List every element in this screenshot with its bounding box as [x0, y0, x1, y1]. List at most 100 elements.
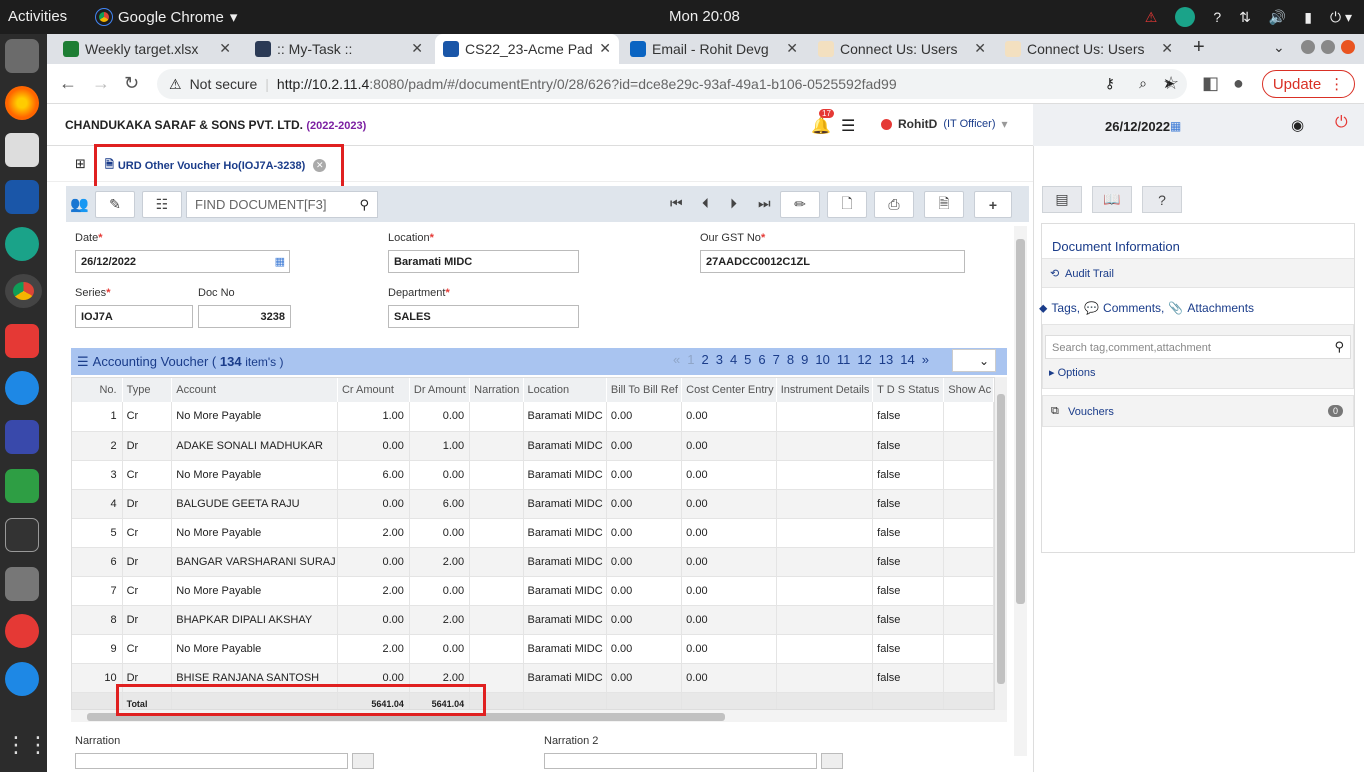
page-6[interactable]: 6: [758, 352, 765, 367]
vouchers-link[interactable]: Vouchers: [1068, 406, 1114, 418]
battery-icon[interactable]: ▮: [1304, 9, 1312, 26]
table-cell[interactable]: [943, 663, 994, 693]
audit-trail-link[interactable]: Audit Trail: [1065, 268, 1114, 280]
table-row[interactable]: 5 Cr No More Payable 2.00 0.00 Baramati MIDC 0…: [72, 518, 994, 548]
table-row[interactable]: 1 Cr No More Payable 1.00 0.00 Baramati MIDC 0…: [72, 402, 994, 432]
table-cell[interactable]: [776, 547, 874, 577]
copy-document-button[interactable]: 🗎: [924, 191, 964, 218]
tab-connect-us-2[interactable]: Connect Us: Users ✕: [997, 34, 1181, 64]
table-cell[interactable]: Cr: [122, 460, 173, 490]
page-9[interactable]: 9: [801, 352, 808, 367]
table-cell[interactable]: false: [872, 576, 945, 606]
table-cell[interactable]: false: [872, 402, 945, 432]
previous-record-icon[interactable]: ⏴: [702, 195, 709, 212]
table-cell[interactable]: 2.00: [409, 605, 471, 635]
table-cell[interactable]: [943, 431, 994, 461]
table-cell[interactable]: [469, 489, 524, 519]
close-icon[interactable]: ✕: [974, 40, 986, 57]
table-cell[interactable]: 2: [72, 431, 123, 461]
table-cell[interactable]: 0.00: [606, 431, 683, 461]
close-icon[interactable]: ✕: [411, 40, 423, 57]
table-cell[interactable]: false: [872, 489, 945, 519]
table-cell[interactable]: Baramati MIDC: [523, 402, 607, 432]
table-cell[interactable]: [943, 576, 994, 606]
table-cell[interactable]: 2.00: [337, 634, 410, 664]
bell-icon[interactable]: 🔔: [811, 116, 831, 136]
close-icon[interactable]: ✕: [1161, 40, 1173, 57]
table-cell[interactable]: 2.00: [337, 518, 410, 548]
tags-link[interactable]: Tags,: [1051, 301, 1080, 316]
page-12[interactable]: 12: [857, 352, 871, 367]
table-cell[interactable]: No More Payable: [171, 576, 338, 606]
system-tray[interactable]: ⚠ ? ⇅ 🔊 ▮ ⏻ ▾: [1145, 7, 1352, 27]
table-cell[interactable]: 1.00: [409, 431, 471, 461]
network-icon[interactable]: ⇅: [1239, 9, 1251, 26]
page-2[interactable]: 2: [701, 352, 708, 367]
table-cell[interactable]: Dr: [122, 547, 173, 577]
help-tab-button[interactable]: ?: [1142, 186, 1182, 213]
table-cell[interactable]: 0.00: [409, 634, 471, 664]
tab-connect-us-1[interactable]: Connect Us: Users ✕: [810, 34, 994, 64]
table-row[interactable]: 7 Cr No More Payable 2.00 0.00 Baramati MIDC 0…: [72, 576, 994, 606]
sync-icon[interactable]: [1175, 7, 1196, 27]
table-cell[interactable]: 0.00: [337, 431, 410, 461]
table-cell[interactable]: 0.00: [681, 460, 777, 490]
settings-tool-icon[interactable]: [5, 614, 39, 648]
chrome-dock-icon[interactable]: [5, 274, 42, 308]
table-cell[interactable]: [776, 489, 874, 519]
details-tab-button[interactable]: ▤: [1042, 186, 1082, 213]
find-document-input[interactable]: FIND DOCUMENT[F3] ⚲: [186, 191, 378, 218]
table-cell[interactable]: 3: [72, 460, 123, 490]
show-apps-icon[interactable]: ⋮⋮: [5, 732, 49, 766]
table-cell[interactable]: [469, 634, 524, 664]
table-cell[interactable]: Cr: [122, 576, 173, 606]
table-cell[interactable]: [776, 402, 874, 432]
update-button[interactable]: Update ⋮: [1262, 70, 1355, 98]
profile-icon[interactable]: ●: [1233, 73, 1244, 94]
table-cell[interactable]: 0.00: [681, 634, 777, 664]
table-cell[interactable]: false: [872, 518, 945, 548]
sync-app-icon[interactable]: [5, 227, 39, 261]
table-cell[interactable]: 0.00: [606, 605, 683, 635]
tab-email[interactable]: Email - Rohit Devg ✕: [622, 34, 806, 64]
table-cell[interactable]: false: [872, 460, 945, 490]
firefox-icon[interactable]: [5, 86, 39, 120]
table-cell[interactable]: 0.00: [681, 518, 777, 548]
vouchers-row[interactable]: ⧉ Vouchers 0: [1042, 395, 1354, 427]
page-10[interactable]: 10: [815, 352, 829, 367]
calendar-icon[interactable]: ▦: [275, 255, 285, 268]
table-cell[interactable]: [943, 634, 994, 664]
close-icon[interactable]: ✕: [219, 40, 231, 57]
table-cell[interactable]: 0.00: [681, 605, 777, 635]
table-cell[interactable]: No More Payable: [171, 402, 338, 432]
table-row[interactable]: 6 Dr BANGAR VARSHARANI SURAJ 0.00 2.00 Barama…: [72, 547, 994, 577]
table-cell[interactable]: [469, 547, 524, 577]
page-11[interactable]: 11: [837, 352, 851, 367]
table-cell[interactable]: 4: [72, 489, 123, 519]
address-bar[interactable]: ⚠ Not secure | http://10.2.11.4:8080/pad…: [157, 69, 1187, 99]
table-cell[interactable]: 9: [72, 634, 123, 664]
table-cell[interactable]: 0.00: [606, 402, 683, 432]
new-tab-icon[interactable]: +: [1193, 36, 1205, 59]
table-cell[interactable]: [943, 518, 994, 548]
list-view-button[interactable]: ☷: [142, 191, 182, 218]
table-cell[interactable]: Baramati MIDC: [523, 489, 607, 519]
table-row[interactable]: 9 Cr No More Payable 2.00 0.00 Baramati MIDC 0…: [72, 634, 994, 664]
table-cell[interactable]: 0.00: [681, 489, 777, 519]
table-cell[interactable]: Baramati MIDC: [523, 634, 607, 664]
table-cell[interactable]: 0.00: [606, 576, 683, 606]
table-cell[interactable]: 0.00: [337, 489, 410, 519]
libreoffice-writer-icon[interactable]: [5, 180, 39, 214]
table-cell[interactable]: 2.00: [337, 576, 410, 606]
page-5[interactable]: 5: [744, 352, 751, 367]
narration2-field[interactable]: [544, 753, 817, 769]
table-cell[interactable]: [943, 547, 994, 577]
narration-expand-button[interactable]: [352, 753, 374, 769]
table-cell[interactable]: ADAKE SONALI MADHUKAR: [171, 431, 338, 461]
table-cell[interactable]: 0.00: [409, 518, 471, 548]
page-1[interactable]: 1: [687, 352, 694, 367]
page-7[interactable]: 7: [773, 352, 780, 367]
tab-weekly-target[interactable]: Weekly target.xlsx ✕: [55, 34, 239, 64]
table-cell[interactable]: [943, 402, 994, 432]
page-14[interactable]: 14: [900, 352, 914, 367]
